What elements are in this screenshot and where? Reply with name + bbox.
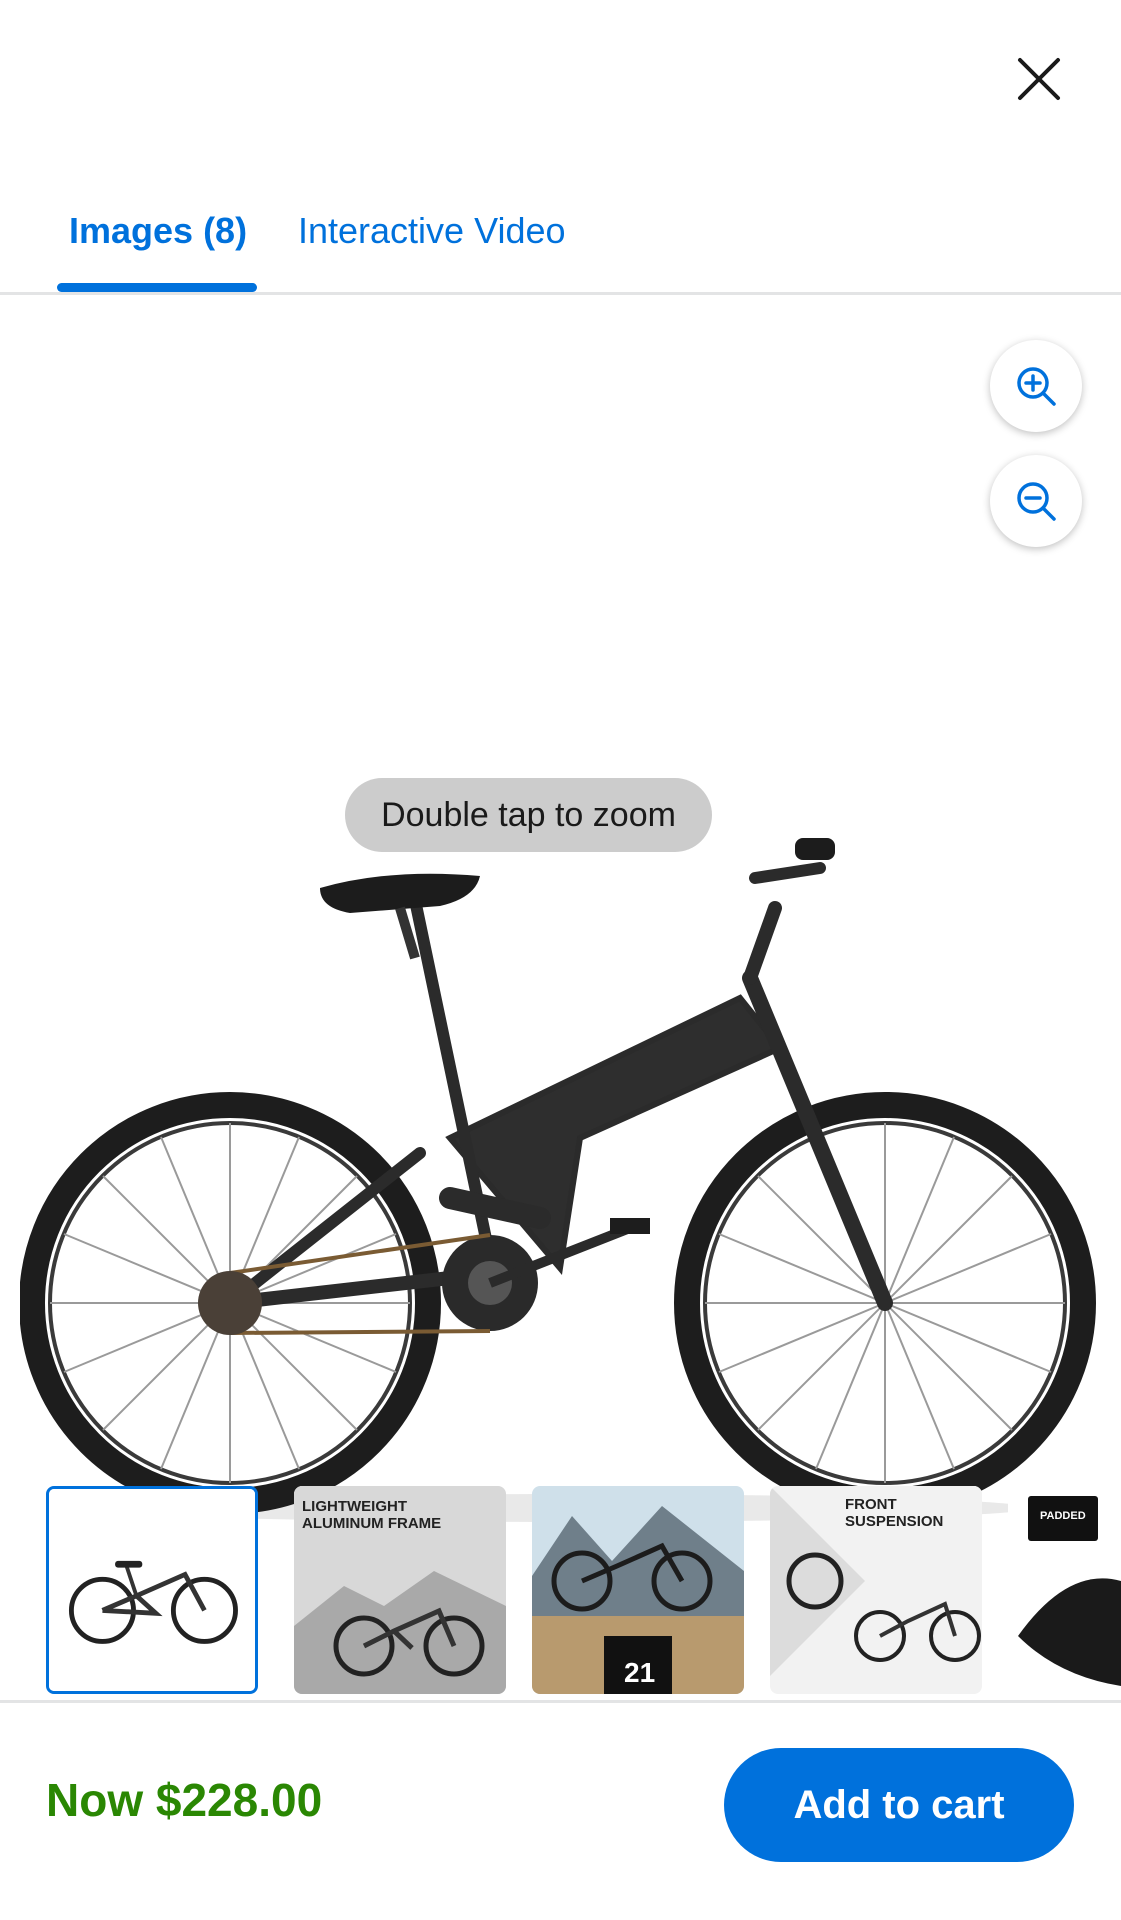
thumbnail-caption: PADDED [1040, 1510, 1086, 1522]
thumbnail-3[interactable]: 21 [532, 1486, 744, 1694]
thumbnail-caption: LIGHTWEIGHT ALUMINUM FRAME [302, 1498, 442, 1532]
purchase-footer: Now $228.00 Add to cart [0, 1703, 1121, 1920]
active-tab-indicator [57, 283, 257, 292]
media-tabs: Images (8) Interactive Video [0, 190, 1121, 295]
close-icon [1018, 58, 1060, 100]
zoom-in-button[interactable] [990, 340, 1082, 432]
tab-interactive-video[interactable]: Interactive Video [298, 210, 566, 252]
thumbnail-4[interactable]: FRONT SUSPENSION [770, 1486, 982, 1694]
top-bar [0, 0, 1121, 150]
product-image-bike [20, 838, 1096, 1522]
add-to-cart-button[interactable]: Add to cart [724, 1748, 1074, 1862]
thumbnail-caption: 21 [624, 1657, 656, 1688]
price-label: Now $228.00 [46, 1774, 323, 1826]
thumbnail-caption: FRONT SUSPENSION [845, 1496, 944, 1530]
thumbnail-1[interactable] [46, 1486, 258, 1694]
thumbnail-2[interactable]: LIGHTWEIGHT ALUMINUM FRAME [294, 1486, 506, 1694]
close-button[interactable] [1004, 44, 1074, 114]
zoom-hint: Double tap to zoom [345, 778, 712, 852]
thumbnail-strip[interactable]: LIGHTWEIGHT ALUMINUM FRAME 21 FRONT SUSP… [0, 1484, 1121, 1699]
tab-images[interactable]: Images (8) [69, 210, 247, 252]
image-viewer[interactable]: Double tap to zoom [0, 298, 1121, 1522]
zoom-out-button[interactable] [990, 455, 1082, 547]
thumbnail-bike-image [49, 1489, 255, 1691]
thumbnail-5[interactable]: PADDED [1008, 1486, 1121, 1694]
zoom-out-icon [1017, 482, 1056, 521]
zoom-in-icon [1017, 367, 1056, 406]
